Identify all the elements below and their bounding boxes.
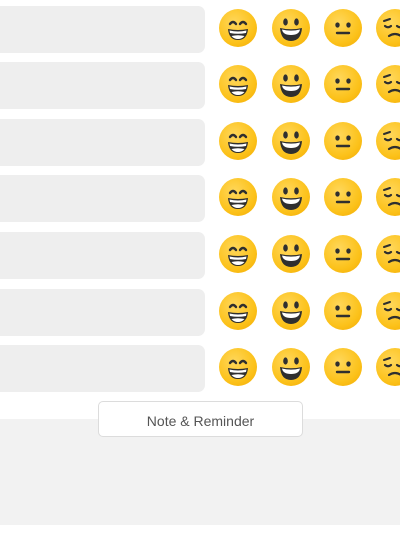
grinning-face-icon[interactable] [219, 65, 257, 103]
sad-face-icon[interactable] [376, 292, 400, 330]
sad-face-icon[interactable] [376, 178, 400, 216]
mood-text-field[interactable] [0, 62, 205, 109]
smiling-face-icon[interactable] [272, 292, 310, 330]
neutral-face-icon[interactable] [324, 65, 362, 103]
mood-row [0, 289, 400, 336]
grinning-face-icon[interactable] [219, 292, 257, 330]
smiling-face-icon[interactable] [272, 9, 310, 47]
grinning-face-icon[interactable] [219, 9, 257, 47]
mood-text-field[interactable] [0, 175, 205, 222]
neutral-face-icon[interactable] [324, 292, 362, 330]
smiling-face-icon[interactable] [272, 235, 310, 273]
note-reminder-button[interactable]: Note & Reminder [98, 401, 303, 437]
mood-row [0, 232, 400, 279]
sad-face-icon[interactable] [376, 122, 400, 160]
mood-row [0, 6, 400, 53]
mood-text-field[interactable] [0, 119, 205, 166]
sad-face-icon[interactable] [376, 9, 400, 47]
neutral-face-icon[interactable] [324, 122, 362, 160]
sad-face-icon[interactable] [376, 348, 400, 386]
sad-face-icon[interactable] [376, 65, 400, 103]
sad-face-icon[interactable] [376, 235, 400, 273]
mood-text-field[interactable] [0, 6, 205, 53]
grinning-face-icon[interactable] [219, 122, 257, 160]
mood-text-field[interactable] [0, 232, 205, 279]
mood-row [0, 175, 400, 222]
mood-row [0, 62, 400, 109]
smiling-face-icon[interactable] [272, 122, 310, 160]
smiling-face-icon[interactable] [272, 178, 310, 216]
grinning-face-icon[interactable] [219, 178, 257, 216]
neutral-face-icon[interactable] [324, 235, 362, 273]
mood-row [0, 345, 400, 392]
grinning-face-icon[interactable] [219, 235, 257, 273]
mood-text-field[interactable] [0, 289, 205, 336]
smiling-face-icon[interactable] [272, 65, 310, 103]
smiling-face-icon[interactable] [272, 348, 310, 386]
neutral-face-icon[interactable] [324, 178, 362, 216]
mood-text-field[interactable] [0, 345, 205, 392]
grinning-face-icon[interactable] [219, 348, 257, 386]
mood-row [0, 119, 400, 166]
neutral-face-icon[interactable] [324, 9, 362, 47]
neutral-face-icon[interactable] [324, 348, 362, 386]
